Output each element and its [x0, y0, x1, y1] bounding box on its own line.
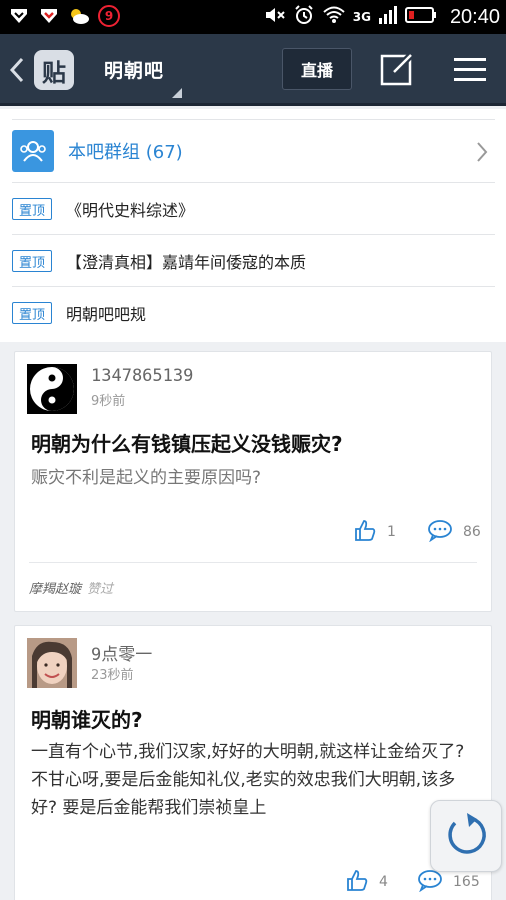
network-type-label: 3G — [352, 10, 371, 24]
menu-icon[interactable] — [452, 56, 488, 88]
post-body: 赈灾不利是起义的主要原因吗? — [31, 468, 262, 488]
edit-icon[interactable] — [380, 51, 416, 90]
battery-icon — [404, 6, 437, 28]
post-title: 明朝谁灭的? — [31, 708, 143, 732]
username[interactable]: 1347865139 — [91, 366, 193, 386]
post-time: 9秒前 — [91, 394, 126, 409]
pinned-post-row[interactable]: 置顶 《明代史料综述》 — [12, 183, 495, 235]
post-card[interactable]: 9点零一 23秒前 明朝谁灭的? 一直有个心节,我们汉家,好好的大明朝,就这样让… — [14, 625, 492, 900]
post-time: 23秒前 — [91, 668, 134, 683]
comment-count: 165 — [453, 874, 480, 890]
app-notification-icon — [8, 5, 30, 27]
liked-by-suffix: 赞过 — [87, 582, 114, 597]
comment-icon — [427, 518, 453, 546]
dropdown-indicator-icon — [172, 88, 182, 98]
post-body: 一直有个心节,我们汉家,好好的大明朝,就这样让金给灭了?不甘心呀,要是后金能知礼… — [31, 742, 465, 818]
refresh-icon — [443, 811, 489, 861]
group-icon — [12, 130, 54, 172]
comment-button[interactable]: 86 — [427, 518, 481, 546]
pinned-post-title: 【澄清真相】嘉靖年间倭寇的本质 — [66, 253, 307, 272]
liked-by: 摩羯赵璇 赞过 — [29, 578, 113, 597]
post-title: 明朝为什么有钱镇压起义没钱赈灾? — [31, 432, 343, 456]
back-icon[interactable] — [8, 56, 26, 88]
pinned-badge: 置顶 — [12, 198, 52, 220]
pinned-post-title: 《明代史料综述》 — [66, 201, 195, 220]
group-row[interactable]: 本吧群组 (67) — [12, 119, 495, 183]
comment-button[interactable]: 165 — [417, 868, 480, 896]
avatar[interactable] — [27, 638, 77, 688]
nav-bar: 贴 明朝吧 直播 — [0, 34, 506, 106]
pinned-badge: 置顶 — [12, 302, 52, 324]
liked-by-user[interactable]: 摩羯赵璇 — [29, 582, 81, 597]
like-button[interactable]: 4 — [345, 868, 388, 896]
signal-icon — [378, 6, 398, 28]
mute-icon — [264, 5, 286, 29]
avatar[interactable] — [27, 364, 77, 414]
comment-count: 86 — [463, 524, 481, 540]
pinned-post-row[interactable]: 置顶 【澄清真相】嘉靖年间倭寇的本质 — [12, 235, 495, 287]
security-notification-icon — [38, 5, 60, 27]
group-label: 本吧群组 (67) — [68, 142, 183, 163]
live-button[interactable]: 直播 — [282, 48, 352, 90]
bar-title[interactable]: 明朝吧 — [104, 56, 164, 83]
refresh-button[interactable] — [430, 800, 502, 872]
pinned-post-row[interactable]: 置顶 明朝吧吧规 — [12, 287, 495, 339]
username[interactable]: 9点零一 — [91, 640, 152, 665]
divider — [29, 562, 477, 563]
notification-count-badge: 9 — [98, 5, 120, 27]
clock: 20:40 — [449, 5, 500, 28]
alarm-icon — [293, 4, 315, 30]
pinned-badge: 置顶 — [12, 250, 52, 272]
like-count: 4 — [379, 874, 388, 890]
pinned-card: 本吧群组 (67) 置顶 《明代史料综述》 置顶 【澄清真相】嘉靖年间倭寇的本质… — [0, 109, 506, 342]
thumbs-up-icon — [353, 518, 377, 546]
wifi-icon — [322, 5, 346, 29]
tieba-logo[interactable]: 贴 — [34, 50, 74, 90]
pinned-post-title: 明朝吧吧规 — [66, 305, 147, 324]
comment-icon — [417, 868, 443, 896]
status-bar: 9 3G 20:40 — [0, 0, 506, 34]
weather-icon — [68, 5, 90, 27]
like-button[interactable]: 1 — [353, 518, 396, 546]
like-count: 1 — [387, 524, 396, 540]
post-card[interactable]: 1347865139 9秒前 明朝为什么有钱镇压起义没钱赈灾? 赈灾不利是起义的… — [14, 351, 492, 612]
thumbs-up-icon — [345, 868, 369, 896]
chevron-right-icon — [475, 140, 489, 168]
